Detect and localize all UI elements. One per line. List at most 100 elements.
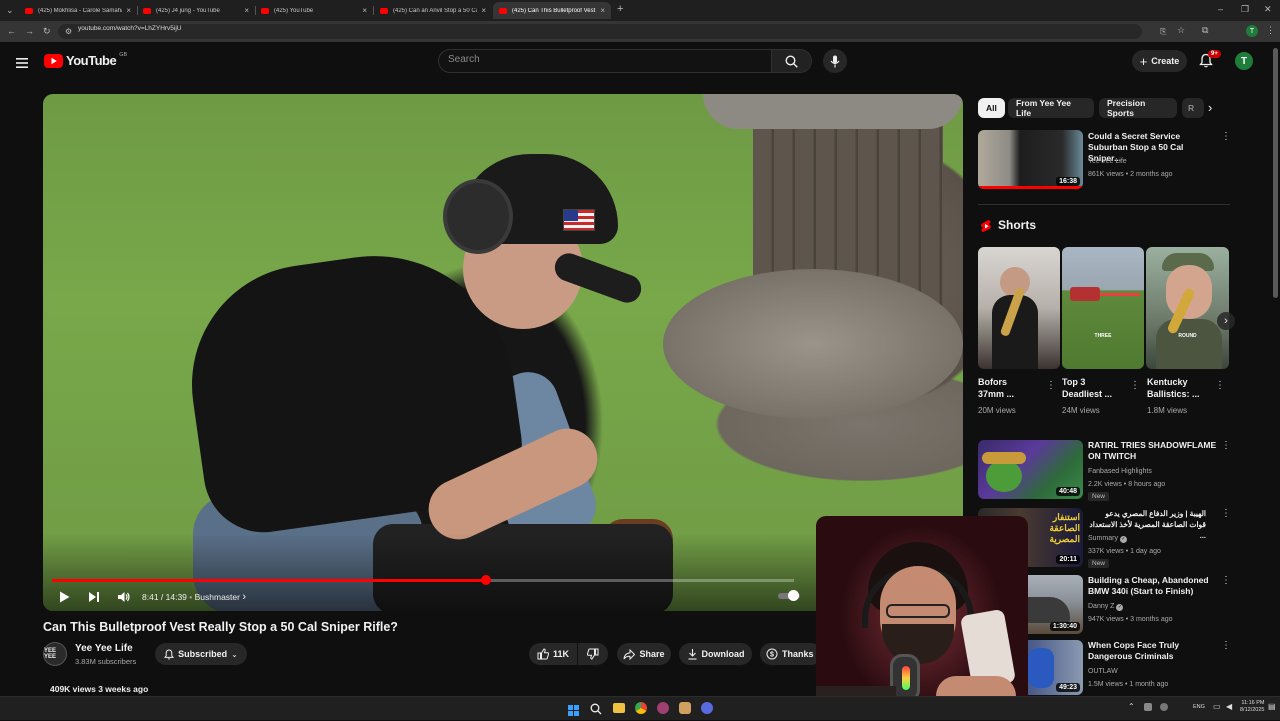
tray-chevron-icon[interactable]: ⌃ — [1128, 702, 1135, 711]
skip-next-icon — [89, 592, 99, 602]
close-tab-icon[interactable]: × — [362, 6, 367, 15]
more-actions-icon[interactable]: ⋮ — [1221, 509, 1231, 519]
language-indicator[interactable]: ENG — [1193, 704, 1205, 710]
tray-app-icon[interactable] — [1144, 703, 1152, 711]
more-actions-icon[interactable]: ⋮ — [1130, 381, 1140, 391]
chip-from-channel[interactable]: From Yee Yee Life — [1008, 98, 1094, 118]
browser-menu-icon[interactable]: ⋮ — [1266, 26, 1275, 35]
account-avatar[interactable]: T — [1235, 52, 1253, 70]
chapter-title[interactable]: Bushmaster — [195, 592, 240, 602]
play-button[interactable] — [59, 590, 70, 608]
close-tab-icon[interactable]: × — [481, 6, 486, 15]
next-video-button[interactable] — [88, 590, 100, 608]
more-actions-icon[interactable]: ⋮ — [1221, 641, 1231, 651]
browser-tab[interactable]: (425) J4 jung - YouTube × — [137, 2, 255, 19]
voice-search-button[interactable] — [823, 49, 847, 73]
browser-tab-active[interactable]: (425) Can This Bulletproof Vest × — [493, 2, 611, 19]
taskbar-search-icon[interactable] — [590, 702, 602, 720]
file-explorer-icon[interactable] — [613, 703, 625, 713]
back-icon[interactable]: ← — [7, 27, 16, 36]
address-bar[interactable] — [58, 24, 1142, 39]
recommendation-thumbnail[interactable]: 16:38 — [978, 130, 1083, 189]
more-actions-icon[interactable]: ⋮ — [1046, 381, 1056, 391]
short-title[interactable]: Kentucky Ballistics: ... — [1147, 376, 1200, 400]
short-thumbnail[interactable] — [978, 247, 1060, 369]
minimize-icon[interactable]: – — [1218, 5, 1223, 14]
progress-scrubber-handle[interactable] — [480, 575, 491, 585]
new-tab-icon[interactable]: + — [617, 4, 623, 15]
like-button[interactable]: 11K — [529, 643, 577, 665]
site-info-icon[interactable]: ⚙ — [65, 27, 72, 36]
install-app-icon[interactable]: ⎘ — [1160, 27, 1166, 36]
dislike-button[interactable] — [578, 643, 608, 665]
chip-partial[interactable]: R — [1182, 98, 1204, 118]
network-icon[interactable]: ▭ — [1213, 702, 1221, 711]
close-window-icon[interactable]: ✕ — [1264, 5, 1272, 14]
share-button[interactable]: Share — [617, 643, 671, 665]
profile-avatar[interactable]: T — [1246, 25, 1258, 37]
recommendation-title[interactable]: RATIRL TRIES SHADOWFLAME ON TWITCH — [1088, 440, 1218, 462]
page-scrollbar[interactable] — [1273, 48, 1278, 298]
close-tab-icon[interactable]: × — [126, 6, 131, 15]
recommendation-thumbnail[interactable]: 40:48 — [978, 440, 1083, 499]
notifications-button[interactable]: 9+ — [1199, 50, 1221, 69]
search-button[interactable] — [772, 49, 812, 73]
chrome-icon[interactable] — [635, 702, 647, 714]
more-actions-icon[interactable]: ⋮ — [1221, 441, 1231, 451]
app-icon[interactable] — [701, 702, 713, 714]
recommendation-channel[interactable]: Summary ✓ — [1088, 533, 1127, 544]
forward-icon[interactable]: → — [25, 27, 34, 36]
share-icon — [623, 648, 636, 660]
search-box[interactable] — [438, 49, 772, 73]
notification-center-icon[interactable]: ▤ — [1268, 702, 1276, 711]
recommendation-channel[interactable]: Danny Z ✓ — [1088, 601, 1124, 612]
search-input[interactable]: Search — [448, 54, 480, 65]
app-icon[interactable] — [679, 702, 691, 714]
extensions-icon[interactable]: ⧉ — [1202, 26, 1208, 35]
short-thumbnail[interactable]: THREE — [1062, 247, 1144, 369]
thanks-button[interactable]: $ Thanks — [760, 643, 822, 665]
chip-precision-sports[interactable]: Precision Sports — [1099, 98, 1177, 118]
recommendation-channel[interactable]: Fanbased Highlights — [1088, 466, 1152, 477]
app-icon[interactable] — [657, 702, 669, 714]
recommendation-title[interactable]: When Cops Face Truly Dangerous Criminals — [1088, 640, 1218, 662]
volume-icon[interactable]: ◀ — [1226, 702, 1232, 711]
restore-icon[interactable]: ❐ — [1241, 5, 1249, 14]
chip-all[interactable]: All — [978, 98, 1005, 118]
tab-search-icon[interactable]: ⌄ — [6, 6, 14, 15]
browser-tab[interactable]: (425) YouTube × — [255, 2, 373, 19]
youtube-logo[interactable]: YouTube GB — [44, 52, 127, 68]
windows-start-icon[interactable] — [568, 703, 579, 721]
more-actions-icon[interactable]: ⋮ — [1221, 576, 1231, 586]
recommendation-title[interactable]: Building a Cheap, Abandoned BMW 340i (St… — [1088, 575, 1218, 597]
recommendation-channel[interactable]: Yee Yee Life — [1088, 156, 1127, 167]
download-button[interactable]: Download — [679, 643, 752, 665]
system-clock[interactable]: 11:16 PM 8/12/2025 — [1240, 700, 1264, 714]
bookmark-star-icon[interactable]: ☆ — [1177, 26, 1185, 35]
close-tab-icon[interactable]: × — [600, 6, 605, 15]
recommendation-channel[interactable]: OUTLAW — [1088, 666, 1118, 677]
short-title[interactable]: Bofors 37mm ... — [978, 376, 1014, 400]
mute-button[interactable] — [117, 590, 130, 608]
channel-avatar[interactable]: YEE YEE — [43, 642, 67, 666]
hamburger-menu-icon[interactable] — [16, 55, 28, 68]
divider — [978, 204, 1230, 205]
autoplay-toggle[interactable] — [778, 590, 800, 601]
more-actions-icon[interactable]: ⋮ — [1215, 381, 1225, 391]
thumbs-down-icon — [587, 648, 599, 660]
more-actions-icon[interactable]: ⋮ — [1221, 132, 1231, 142]
close-tab-icon[interactable]: × — [244, 6, 249, 15]
like-count: 11K — [552, 649, 569, 659]
chips-next-arrow-icon[interactable]: › — [1208, 100, 1212, 115]
tray-app-icon[interactable] — [1160, 703, 1168, 711]
new-badge: New — [1088, 559, 1110, 568]
create-button[interactable]: + Create — [1132, 50, 1187, 72]
browser-tab[interactable]: (425) Can an Anvil Stop a 50 Cal × — [374, 2, 492, 19]
channel-name[interactable]: Yee Yee Life — [75, 643, 133, 654]
subscribed-button[interactable]: Subscribed ⌄ — [155, 643, 247, 665]
reload-icon[interactable]: ↻ — [43, 27, 51, 36]
short-title[interactable]: Top 3 Deadliest ... — [1062, 376, 1112, 400]
browser-tab[interactable]: (425) Mokhlisa - Carole Samaha × — [19, 2, 137, 19]
shorts-next-arrow-icon[interactable]: › — [1217, 312, 1235, 330]
short-thumbnail[interactable]: ROUND — [1146, 247, 1229, 369]
